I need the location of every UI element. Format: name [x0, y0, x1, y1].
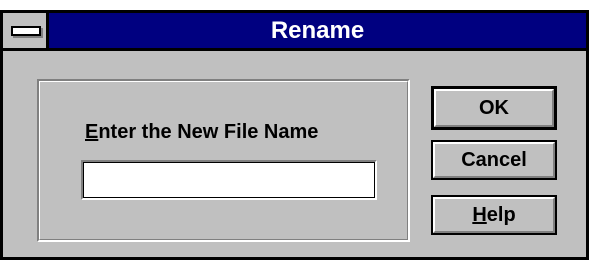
help-button-face: Help [433, 197, 555, 233]
new-file-name-input[interactable] [81, 160, 377, 200]
rename-dialog: Rename Enter the New File Name OK Cancel… [0, 10, 589, 260]
new-file-name-label: Enter the New File Name [85, 121, 365, 144]
label-text: nter the New File Name [98, 121, 319, 143]
top-cropped-area [0, 0, 595, 10]
system-menu-dash-icon [11, 26, 41, 36]
screenshot-stage: Rename Enter the New File Name OK Cancel… [0, 0, 595, 277]
help-button[interactable]: Help [431, 195, 557, 235]
help-button-label: elp [486, 203, 516, 226]
cancel-button[interactable]: Cancel [431, 140, 557, 180]
ok-button-face: OK [434, 89, 554, 127]
help-mnemonic: H [472, 203, 487, 226]
filename-group-box: Enter the New File Name [37, 79, 410, 242]
system-menu-button[interactable] [3, 13, 49, 48]
cancel-button-face: Cancel [433, 142, 555, 178]
cancel-button-label: Cancel [461, 148, 527, 171]
ok-button[interactable]: OK [431, 86, 557, 130]
window-title: Rename [270, 17, 365, 44]
ok-button-label: OK [479, 96, 509, 119]
title-bar[interactable]: Rename [3, 13, 586, 51]
label-mnemonic: E [85, 121, 99, 143]
